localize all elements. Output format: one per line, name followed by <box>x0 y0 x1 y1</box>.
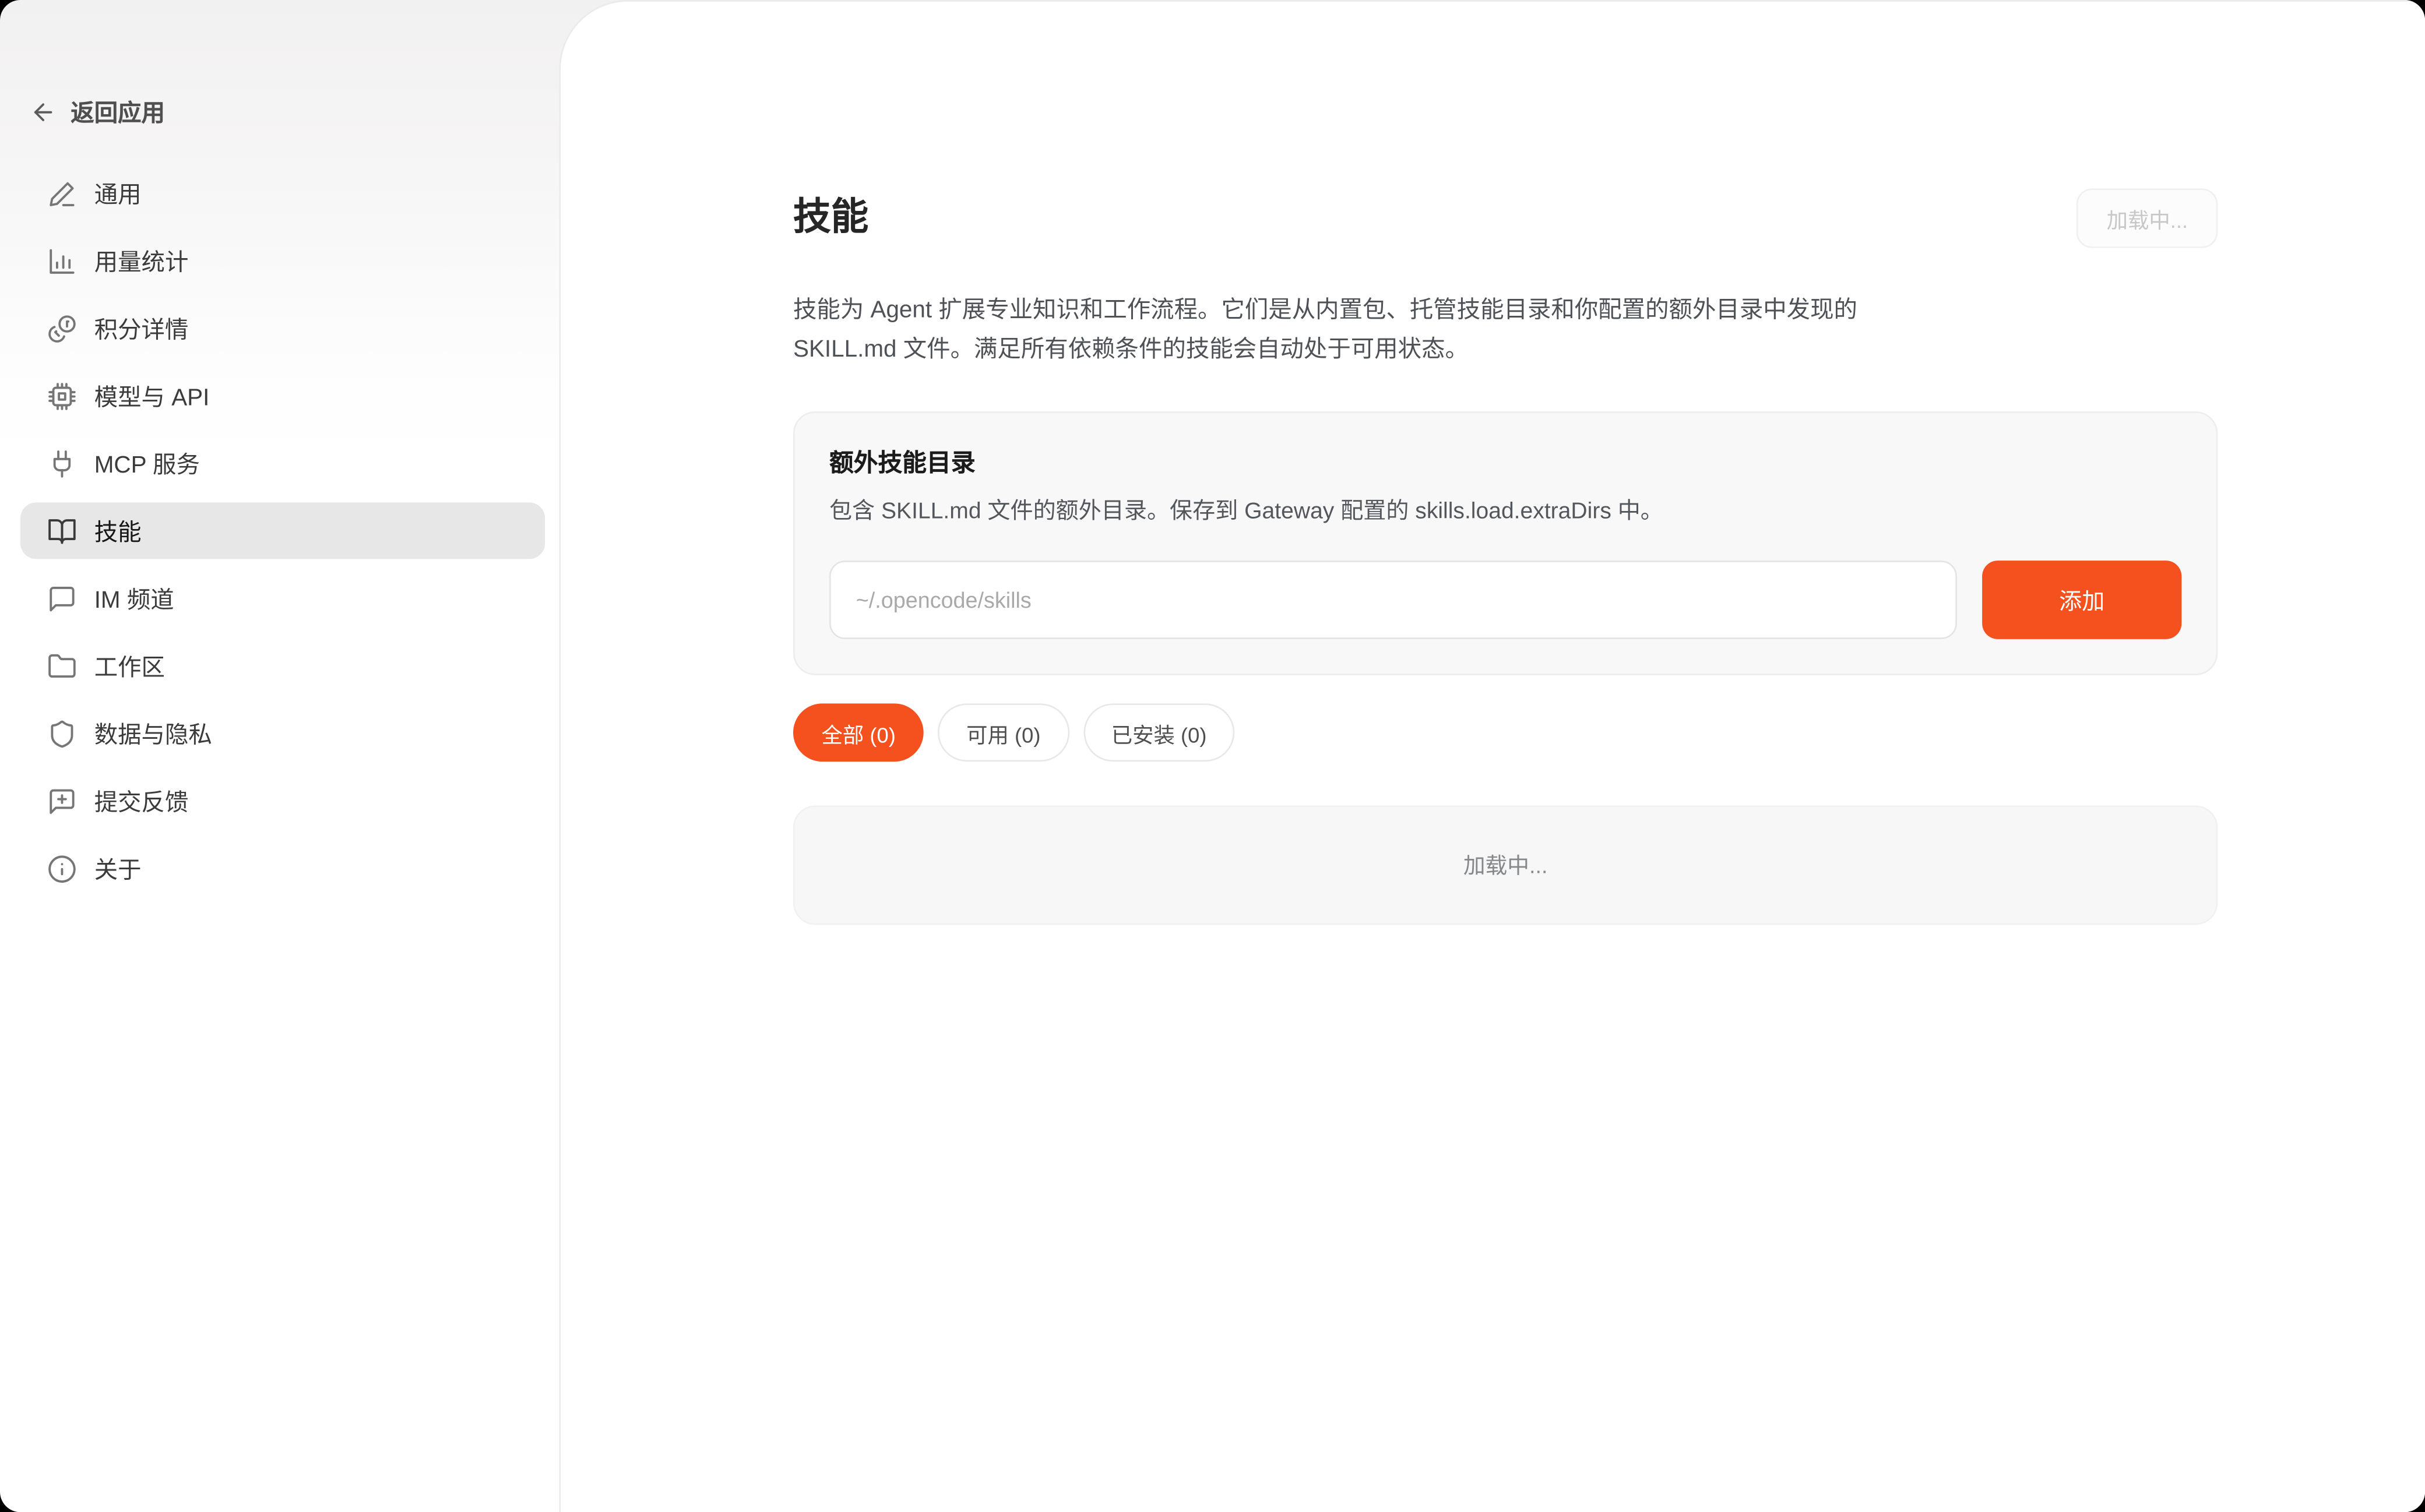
shield-icon <box>47 718 77 748</box>
sidebar-item-label: 关于 <box>94 852 142 885</box>
skill-dir-input[interactable] <box>829 561 1957 640</box>
message-icon <box>47 583 77 613</box>
settings-window: 返回应用 通用 用量统计 <box>0 0 2425 1512</box>
coins-icon <box>47 313 77 343</box>
sidebar-item-im-channels[interactable]: IM 频道 <box>20 570 545 626</box>
sidebar-item-label: MCP 服务 <box>94 447 200 480</box>
page-description-line1: 技能为 Agent 扩展专业知识和工作流程。它们是从内置包、托管技能目录和你配置… <box>793 292 2218 331</box>
skill-list-loading-panel: 加载中... <box>793 806 2218 925</box>
sidebar-item-usage-stats[interactable]: 用量统计 <box>20 232 545 289</box>
sidebar-item-skills[interactable]: 技能 <box>20 502 545 559</box>
header-loading-chip: 加载中... <box>2076 189 2218 248</box>
sidebar-item-label: 通用 <box>94 177 142 210</box>
filter-available-pill[interactable]: 可用 (0) <box>938 704 1069 762</box>
page-description: 技能为 Agent 扩展专业知识和工作流程。它们是从内置包、托管技能目录和你配置… <box>793 292 2218 369</box>
sidebar-item-general[interactable]: 通用 <box>20 165 545 221</box>
sidebar-item-models-api[interactable]: 模型与 API <box>20 368 545 424</box>
sidebar-item-label: IM 频道 <box>94 581 174 615</box>
card-title: 额外技能目录 <box>829 445 2181 479</box>
sidebar-item-label: 积分详情 <box>94 312 189 345</box>
extra-skill-dirs-card: 额外技能目录 包含 SKILL.md 文件的额外目录。保存到 Gateway 配… <box>793 412 2218 676</box>
pen-icon <box>47 178 77 208</box>
filter-installed-pill[interactable]: 已安装 (0) <box>1083 704 1235 762</box>
folder-icon <box>47 651 77 681</box>
sidebar-item-mcp-services[interactable]: MCP 服务 <box>20 435 545 492</box>
back-to-app-button[interactable]: 返回应用 <box>30 96 165 129</box>
page-title: 技能 <box>793 193 868 244</box>
info-icon <box>47 854 77 883</box>
sidebar-item-label: 提交反馈 <box>94 784 189 817</box>
sidebar-item-data-privacy[interactable]: 数据与隐私 <box>20 705 545 762</box>
bar-chart-icon <box>47 246 77 276</box>
sidebar-item-workspace[interactable]: 工作区 <box>20 637 545 694</box>
sidebar-item-label: 数据与隐私 <box>94 717 212 750</box>
filter-all-pill[interactable]: 全部 (0) <box>793 704 924 762</box>
skill-filter-pills: 全部 (0) 可用 (0) 已安装 (0) <box>793 704 2218 762</box>
page-description-line2: SKILL.md 文件。满足所有依赖条件的技能会自动处于可用状态。 <box>793 331 2218 369</box>
card-input-row: 添加 <box>829 561 2181 640</box>
sidebar-item-label: 工作区 <box>94 649 165 682</box>
sidebar-item-about[interactable]: 关于 <box>20 840 545 897</box>
sidebar-item-label: 模型与 API <box>94 379 210 413</box>
skills-page-content: 技能 加载中... 技能为 Agent 扩展专业知识和工作流程。它们是从内置包、… <box>793 168 2218 925</box>
add-button[interactable]: 添加 <box>1982 561 2181 640</box>
sidebar-item-credits[interactable]: 积分详情 <box>20 300 545 357</box>
cpu-icon <box>47 381 77 411</box>
sidebar-item-feedback[interactable]: 提交反馈 <box>20 773 545 829</box>
book-open-icon <box>47 516 77 545</box>
back-to-app-label: 返回应用 <box>71 96 165 129</box>
card-description: 包含 SKILL.md 文件的额外目录。保存到 Gateway 配置的 skil… <box>829 496 2181 530</box>
main-panel: 技能 加载中... 技能为 Agent 扩展专业知识和工作流程。它们是从内置包、… <box>559 0 2425 1512</box>
plug-icon <box>47 448 77 478</box>
sidebar-item-label: 技能 <box>94 514 142 548</box>
sidebar-item-label: 用量统计 <box>94 244 189 277</box>
message-plus-icon <box>47 786 77 816</box>
settings-sidebar: 返回应用 通用 用量统计 <box>0 0 561 1512</box>
page-header: 技能 加载中... <box>793 168 2218 269</box>
sidebar-nav: 通用 用量统计 积分详情 <box>20 165 545 897</box>
arrow-left-icon <box>30 99 57 126</box>
app-window-stage: 返回应用 通用 用量统计 <box>0 0 2425 1512</box>
